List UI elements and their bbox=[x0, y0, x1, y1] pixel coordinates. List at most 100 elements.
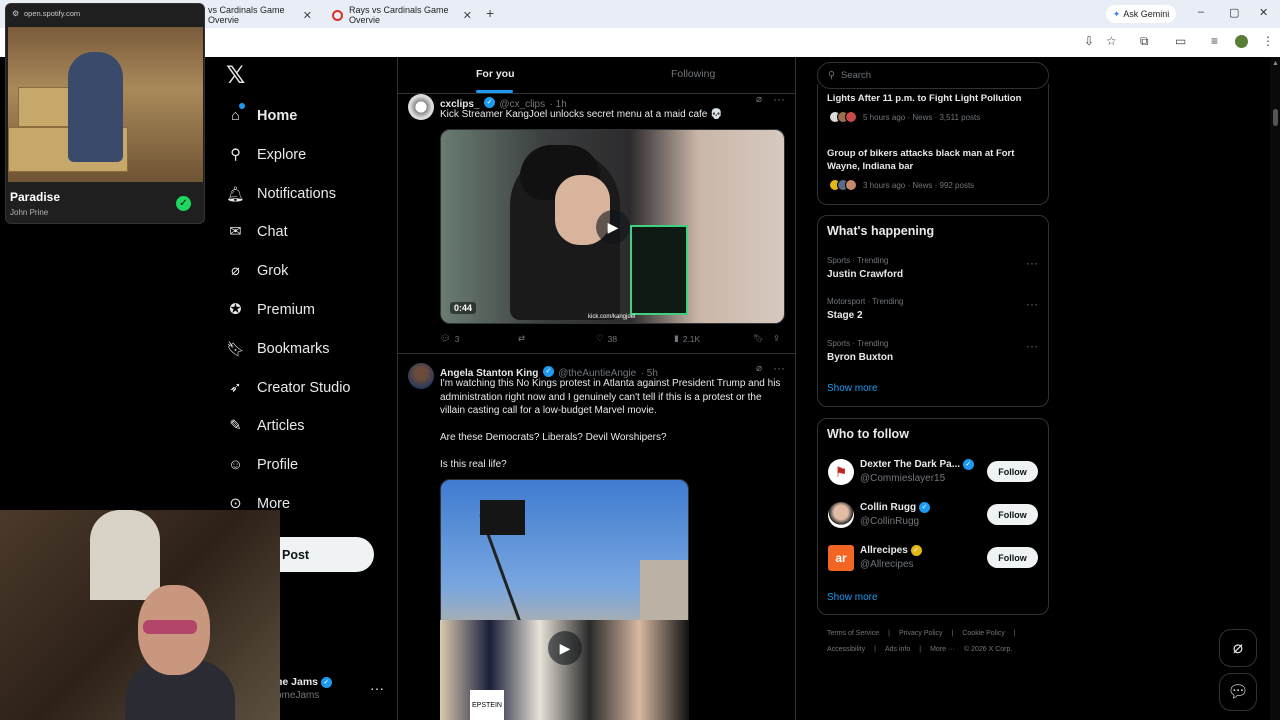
site-favicon-icon bbox=[332, 9, 343, 21]
nav-item-bookmarks[interactable]: 🔖︎ Bookmarks bbox=[226, 335, 329, 363]
nav-item-grok[interactable]: ⌀ Grok bbox=[226, 257, 288, 285]
nav-item-articles[interactable]: ✎ Articles bbox=[226, 412, 305, 440]
follow-name[interactable]: Allrecipes ✓ bbox=[860, 545, 922, 556]
heart-icon: ♡ bbox=[596, 333, 604, 343]
account-more-icon[interactable]: ··· bbox=[370, 680, 384, 696]
trend-more-icon[interactable]: ··· bbox=[1026, 256, 1038, 270]
news-headline[interactable]: Group of bikers attacks black man at For… bbox=[827, 147, 1042, 173]
unread-dot bbox=[239, 103, 245, 109]
x-logo-icon[interactable]: 𝕏 bbox=[226, 64, 248, 88]
browser-tab[interactable]: vs Cardinals Game Overvie ✕ bbox=[200, 4, 320, 26]
nav-item-premium[interactable]: ✪ Premium bbox=[226, 296, 315, 324]
follow-name[interactable]: Dexter The Dark Pa... ✓ bbox=[860, 459, 974, 470]
search-placeholder: Search bbox=[840, 70, 872, 81]
nav-item-home[interactable]: ⌂ Home bbox=[226, 102, 297, 130]
messages-fab-icon[interactable]: 💬︎ bbox=[1219, 673, 1257, 711]
maximize-button[interactable]: ▢ bbox=[1229, 6, 1239, 19]
post-more-icon[interactable]: ··· bbox=[773, 361, 785, 375]
tab-for-you[interactable]: For you bbox=[476, 68, 515, 80]
account-name[interactable]: ne Jams ✓ bbox=[276, 676, 332, 688]
footer-link[interactable]: Privacy Policy bbox=[899, 630, 943, 637]
follow-handle: @Allrecipes bbox=[860, 559, 914, 570]
play-icon[interactable]: ▶ bbox=[548, 631, 582, 665]
post-avatar[interactable] bbox=[408, 363, 434, 389]
share-icon: ⇪ bbox=[773, 333, 781, 343]
news-avatars bbox=[829, 111, 857, 123]
news-avatars bbox=[829, 179, 857, 191]
nav-item-notifications[interactable]: 🔔︎ Notifications bbox=[226, 180, 336, 208]
nav-label: Explore bbox=[257, 147, 307, 163]
footer-links: Terms of Service | Privacy Policy | Cook… bbox=[827, 630, 1016, 637]
nav-item-profile[interactable]: ☺ Profile bbox=[226, 451, 298, 479]
news-meta: 3 hours ago · News · 992 posts bbox=[829, 179, 974, 191]
show-more-link[interactable]: Show more bbox=[827, 383, 878, 394]
page-scrollbar[interactable] bbox=[1270, 57, 1280, 720]
verified-icon: ✪ bbox=[229, 302, 242, 318]
repost-button[interactable]: ⇄ bbox=[518, 333, 525, 344]
tab-following[interactable]: Following bbox=[671, 68, 715, 80]
footer-link[interactable]: Cookie Policy bbox=[962, 630, 1004, 637]
grok-fab-icon[interactable]: ⌀ bbox=[1219, 629, 1257, 667]
follow-button[interactable]: Follow bbox=[987, 547, 1038, 568]
new-tab-button[interactable]: + bbox=[486, 5, 494, 21]
follow-button[interactable]: Follow bbox=[987, 504, 1038, 525]
news-headline[interactable]: Lights After 11 p.m. to Fight Light Poll… bbox=[827, 92, 1042, 105]
views-button[interactable]: ▮ 2.1K bbox=[674, 333, 700, 344]
browser-profile-avatar[interactable] bbox=[1235, 35, 1248, 48]
footer-links: Accessibility | Ads info | More ··· © 20… bbox=[827, 646, 1012, 653]
reply-button[interactable]: 💬︎ 3 bbox=[440, 333, 460, 344]
grok-icon: ⌀ bbox=[231, 263, 240, 279]
follow-avatar[interactable] bbox=[828, 502, 854, 528]
browser-tab[interactable]: Rays vs Cardinals Game Overvie ✕ bbox=[324, 4, 480, 26]
bookmark-star-icon[interactable]: ☆ bbox=[1106, 34, 1117, 48]
bookmark-button[interactable]: 🔖︎ bbox=[753, 333, 764, 344]
trend-name[interactable]: Byron Buxton bbox=[827, 352, 893, 363]
close-window-button[interactable]: ✕ bbox=[1259, 6, 1268, 19]
footer-link[interactable]: Ads info bbox=[885, 646, 910, 653]
minimize-button[interactable]: – bbox=[1198, 6, 1204, 18]
video-watermark: kick.com/kangjoel bbox=[588, 314, 636, 320]
close-tab-icon[interactable]: ✕ bbox=[303, 9, 312, 22]
verified-badge-icon: ✓ bbox=[962, 459, 974, 470]
miniplayer-url: open.spotify.com bbox=[24, 9, 81, 18]
follow-name[interactable]: Collin Rugg ✓ bbox=[860, 502, 930, 513]
trend-name[interactable]: Justin Crawford bbox=[827, 269, 903, 280]
site-settings-icon[interactable]: ⚙ bbox=[12, 9, 19, 18]
trend-name[interactable]: Stage 2 bbox=[827, 310, 863, 321]
video-sign: EPSTEIN bbox=[470, 690, 504, 720]
post-more-icon[interactable]: ··· bbox=[773, 92, 785, 106]
saved-check-icon[interactable]: ✓ bbox=[176, 196, 191, 211]
grok-explain-icon[interactable]: ⌀ bbox=[756, 363, 762, 374]
browser-menu-icon[interactable]: ⋮ bbox=[1262, 34, 1274, 48]
nav-item-creator-studio[interactable]: ➶ Creator Studio bbox=[226, 374, 350, 402]
footer-link[interactable]: More ··· bbox=[930, 646, 955, 653]
nav-item-chat[interactable]: ✉ Chat bbox=[226, 218, 288, 246]
nav-item-explore[interactable]: ⚲ Explore bbox=[226, 141, 306, 169]
follow-avatar[interactable]: ⚑ bbox=[828, 459, 854, 485]
verified-badge-icon: ✓ bbox=[918, 502, 930, 513]
ask-gemini-button[interactable]: ✦ Ask Gemini bbox=[1106, 5, 1176, 23]
extensions-icon[interactable]: ⧉ bbox=[1140, 34, 1149, 49]
who-to-follow-title: Who to follow bbox=[827, 427, 909, 441]
footer-link[interactable]: Accessibility bbox=[827, 646, 865, 653]
play-icon[interactable]: ▶ bbox=[596, 210, 630, 244]
trend-more-icon[interactable]: ··· bbox=[1026, 339, 1038, 353]
grok-explain-icon[interactable]: ⌀ bbox=[756, 94, 762, 105]
share-button[interactable]: ⇪ bbox=[773, 333, 780, 344]
scrollbar-thumb[interactable] bbox=[1273, 109, 1278, 126]
install-app-icon[interactable]: ⇩ bbox=[1084, 34, 1094, 48]
close-tab-icon[interactable]: ✕ bbox=[463, 9, 472, 22]
trend-more-icon[interactable]: ··· bbox=[1026, 297, 1038, 311]
show-more-link[interactable]: Show more bbox=[827, 592, 878, 603]
cast-icon[interactable]: ▭ bbox=[1175, 34, 1186, 48]
post-avatar[interactable] bbox=[408, 94, 434, 120]
follow-button[interactable]: Follow bbox=[987, 461, 1038, 482]
like-button[interactable]: ♡ 38 bbox=[596, 333, 617, 344]
footer-link[interactable]: Terms of Service bbox=[827, 630, 879, 637]
post-text: I'm watching this No Kings protest in At… bbox=[440, 378, 781, 416]
allrecipes-logo-icon[interactable]: ar bbox=[828, 545, 854, 571]
nav-label: Articles bbox=[257, 418, 305, 434]
scroll-up-icon[interactable]: ▲ bbox=[1272, 60, 1279, 67]
reading-list-icon[interactable]: ≡ bbox=[1211, 34, 1218, 48]
nav-label: Chat bbox=[257, 224, 288, 240]
